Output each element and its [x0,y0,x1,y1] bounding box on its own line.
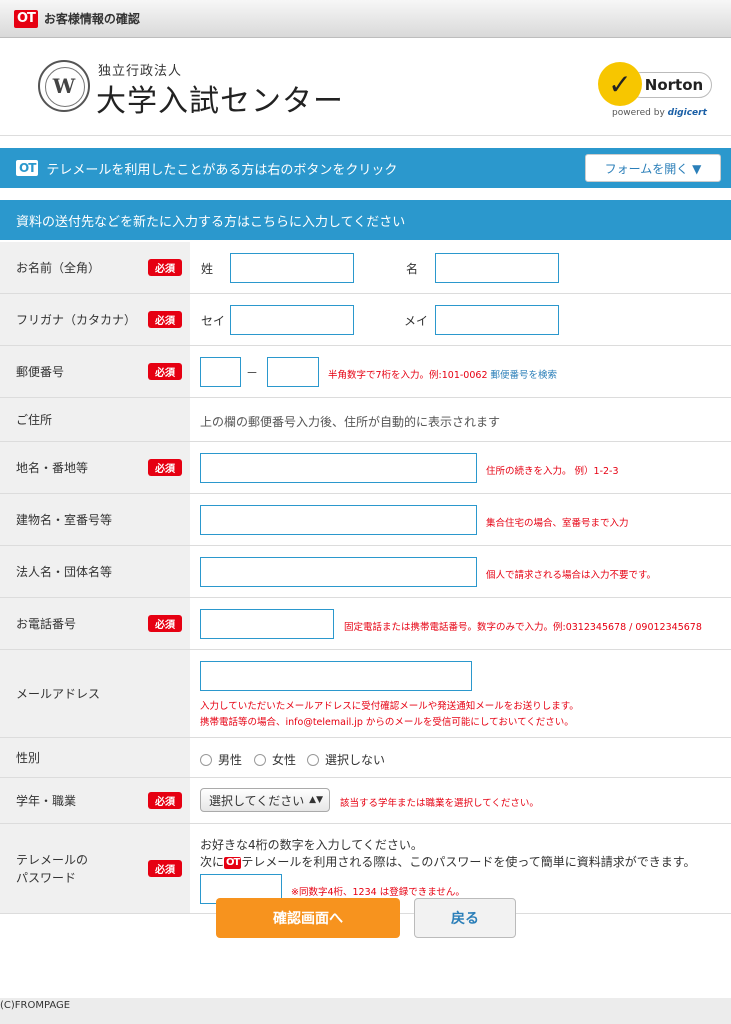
row-postal: 郵便番号 必須 － 半角数字で7桁を入力。例:101-0062 郵便番号を検索 [0,346,731,398]
row-building: 建物名・室番号等 集合住宅の場合、室番号まで入力 [0,494,731,546]
row-phone: お電話番号 必須 固定電話または携帯電話番号。数字のみで入力。例:0312345… [0,598,731,650]
confirm-button[interactable]: 確認画面へ [216,898,400,938]
required-badge: 必須 [148,259,182,276]
email-note-1: 入力していただいたメールアドレスに受付確認メールや発送通知メールをお送りします。 [200,701,579,712]
password-line-2: 次に OT テレメールを利用される際は、このパスワードを使って簡単に資料請求ができま… [200,855,696,869]
gender-none-radio[interactable]: 選択しない [307,751,385,768]
mei-kana-label: メイ [404,314,429,328]
top-bar: OT お客様情報の確認 [0,0,731,38]
page-title: お客様情報の確認 [43,12,140,26]
section-title: 資料の送付先などを新たに入力する方はこちらに入力してください [0,200,731,240]
last-name-input[interactable] [230,253,354,283]
open-form-button[interactable]: フォームを開く ▼ [585,154,721,182]
radio-circle-icon [254,753,266,766]
email-note-2: 携帯電話等の場合、info@telemail.jp からのメールを受信可能にして… [200,717,574,728]
required-badge: 必須 [148,860,182,877]
postal-search-link[interactable]: 郵便番号を検索 [491,370,558,381]
address-auto-text: 上の欄の郵便番号入力後、住所が自動的に表示されます [200,415,501,429]
row-label: ご住所 [0,398,190,441]
back-button[interactable]: 戻る [414,898,516,938]
header: W 独立行政法人 大学入試センター Norton ✓ powered by di… [0,38,731,136]
postal-dash: － [246,366,259,380]
radio-circle-icon [200,753,212,766]
norton-check-icon: ✓ [598,62,642,106]
dnc-seal-icon: W [38,60,90,112]
required-badge: 必須 [148,363,182,380]
sei-kana-label: セイ [201,314,226,328]
radio-circle-icon [307,753,319,766]
norton-badge[interactable]: Norton ✓ powered by digicert [598,62,714,122]
telemail-bar-text: テレメールを利用したことがある方は右のボタンをクリック [46,162,398,178]
gender-female-radio[interactable]: 女性 [254,751,296,768]
street-input[interactable] [200,453,477,483]
email-input[interactable] [200,661,472,691]
required-badge: 必須 [148,311,182,328]
select-arrow-icon: ▲▼ [309,795,323,805]
gender-male-radio[interactable]: 男性 [200,751,242,768]
postal-code-second-input[interactable] [267,357,319,387]
row-label: 法人名・団体名等 [0,546,190,597]
company-input[interactable] [200,557,477,587]
first-name-kana-input[interactable] [435,305,559,335]
last-name-kana-input[interactable] [230,305,354,335]
telemail-bar: OT テレメールを利用したことがある方は右のボタンをクリック フォームを開く ▼ [0,148,731,188]
street-note: 住所の続きを入力。 例）1-2-3 [486,466,619,477]
building-note: 集合住宅の場合、室番号まで入力 [486,518,629,529]
row-label: メールアドレス [0,650,190,737]
telemail-logo-icon: OT [14,9,38,28]
row-label: 建物名・室番号等 [0,494,190,545]
telemail-logo-icon: OT [224,856,242,869]
row-address: ご住所 上の欄の郵便番号入力後、住所が自動的に表示されます [0,398,731,442]
required-badge: 必須 [148,459,182,476]
postal-code-first-input[interactable] [200,357,241,387]
grade-select[interactable]: 選択してください ▲▼ [200,788,330,812]
row-label: 性別 [0,738,190,777]
first-name-input[interactable] [435,253,559,283]
company-note: 個人で請求される場合は入力不要です。 [486,570,657,581]
form-panel: W 独立行政法人 大学入試センター Norton ✓ powered by di… [0,38,731,998]
grade-note: 該当する学年または職業を選択してください。 [340,798,539,809]
row-street: 地名・番地等 必須 住所の続きを入力。 例）1-2-3 [0,442,731,494]
building-input[interactable] [200,505,477,535]
row-email: メールアドレス 入力していただいたメールアドレスに受付確認メールや発送通知メール… [0,650,731,738]
row-name: お名前（全角） 必須 姓 名 [0,242,731,294]
footer-copyright: (C)FROMPAGE [0,1000,71,1011]
password-line-1: お好きな4桁の数字を入力してください。 [200,838,423,852]
row-grade: 学年・職業 必須 選択してください ▲▼ 該当する学年または職業を選択してくださ… [0,778,731,824]
telemail-logo-icon: OT [16,160,39,176]
phone-note: 固定電話または携帯電話番号。数字のみで入力。例:0312345678 / 090… [344,622,702,633]
org-name: 大学入試センター [96,84,344,119]
row-gender: 性別 男性 女性 選択しない [0,738,731,778]
required-badge: 必須 [148,615,182,632]
required-badge: 必須 [148,792,182,809]
phone-input[interactable] [200,609,334,639]
sei-label: 姓 [201,262,214,276]
row-kana: フリガナ（カタカナ） 必須 セイ メイ [0,294,731,346]
mei-label: 名 [406,262,419,276]
row-company: 法人名・団体名等 個人で請求される場合は入力不要です。 [0,546,731,598]
password-note: ※同数字4桁、1234 は登録できません。 [291,887,465,898]
postal-note: 半角数字で7桁を入力。例:101-0062 郵便番号を検索 [328,370,558,381]
